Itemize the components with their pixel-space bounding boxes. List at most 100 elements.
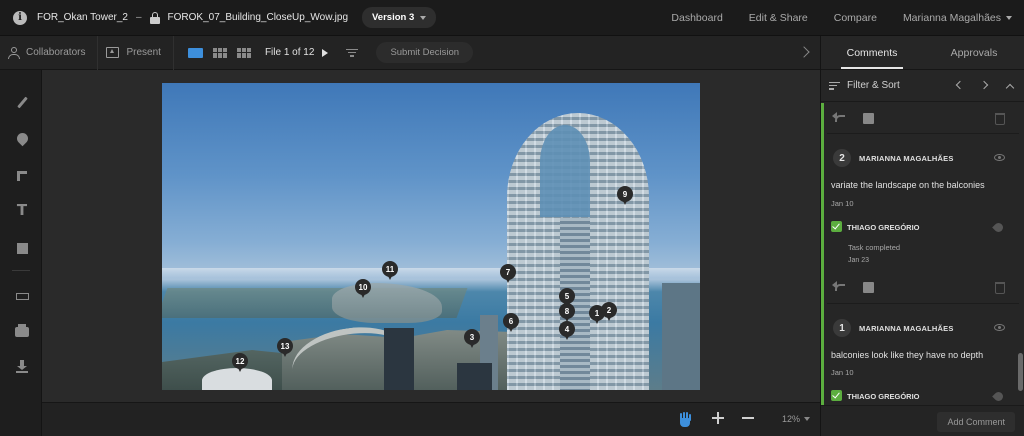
submit-decision-button[interactable]: Submit Decision (376, 42, 474, 63)
building-render-image[interactable]: 9 11 10 7 5 8 4 1 2 6 3 13 12 (162, 83, 700, 390)
arrow-tool[interactable] (14, 168, 30, 184)
canvas-controls: 12% (42, 402, 820, 436)
chevron-up-icon[interactable] (1005, 83, 1015, 93)
viewer-toolbar: Collaborators Present File 1 of 12 Submi… (0, 35, 820, 70)
panel-footer: Add Comment (821, 405, 1024, 436)
next-file-icon[interactable] (322, 48, 329, 57)
present-icon (106, 47, 120, 58)
person-icon (8, 46, 20, 59)
comment-number: 1 (833, 319, 851, 337)
zoom-out-icon[interactable] (742, 417, 754, 419)
user-name: Marianna Magalhães (902, 12, 1001, 24)
pencil-icon (16, 96, 28, 108)
task-complete-check-icon[interactable] (831, 221, 842, 232)
chevron-down-icon (420, 15, 427, 20)
comment-text: variate the landscape on the balconies (831, 180, 985, 190)
nav-edit-share[interactable]: Edit & Share (749, 12, 808, 24)
zoom-in-icon[interactable] (712, 412, 724, 424)
tab-approvals[interactable]: Approvals (923, 36, 1024, 69)
checkbox-icon[interactable] (863, 113, 874, 124)
comment-number: 2 (833, 149, 851, 167)
image-canvas: 9 11 10 7 5 8 4 1 2 6 3 13 12 (42, 70, 820, 402)
comment-author: MARIANNA MAGALHÃES (859, 324, 954, 333)
annotation-marker[interactable]: 11 (382, 261, 398, 281)
comment-date: Jan 10 (831, 368, 854, 377)
pin-icon (14, 130, 30, 146)
printer-icon (15, 324, 29, 337)
pin-tool[interactable] (14, 130, 30, 146)
zoom-level-select[interactable]: 12% (782, 414, 811, 424)
eye-icon[interactable] (994, 324, 1005, 331)
title-separator: – (135, 12, 142, 23)
filmstrip-view-icon[interactable] (236, 47, 251, 58)
chevron-down-icon (804, 417, 811, 421)
annotation-marker[interactable]: 4 (559, 321, 575, 341)
measure-tool[interactable] (14, 288, 30, 304)
chevron-right-icon[interactable] (798, 46, 810, 58)
annotation-marker[interactable]: 6 (503, 313, 519, 333)
annotation-marker[interactable]: 2 (601, 302, 617, 322)
trash-icon[interactable] (995, 113, 1005, 125)
nav-dashboard[interactable]: Dashboard (671, 12, 722, 24)
divider (827, 303, 1019, 304)
eye-icon[interactable] (994, 154, 1005, 161)
shape-tool[interactable] (14, 240, 30, 256)
text-icon: T (16, 201, 28, 219)
print-button[interactable] (14, 324, 30, 340)
wrench-icon[interactable] (992, 221, 1005, 234)
comments-scrollbar[interactable] (1018, 353, 1023, 391)
rail-divider (12, 270, 30, 271)
pencil-tool[interactable] (14, 94, 30, 110)
filter-icon[interactable] (829, 81, 840, 90)
project-name[interactable]: FOR_Okan Tower_2 (37, 12, 128, 23)
zoom-level-value: 12% (782, 414, 801, 424)
user-menu[interactable]: Marianna Magalhães (903, 12, 1012, 24)
single-view-icon[interactable] (187, 47, 203, 58)
annotation-marker[interactable]: 9 (617, 186, 633, 206)
annotation-marker[interactable]: 13 (277, 338, 293, 358)
panel-tabs: Comments Approvals (821, 36, 1024, 70)
reply-icon[interactable] (832, 281, 845, 291)
arrow-icon (17, 171, 27, 181)
comment-actions (832, 112, 1005, 126)
info-icon[interactable]: i (13, 10, 27, 25)
tab-comments[interactable]: Comments (821, 36, 923, 69)
version-selector[interactable]: Version 3 (362, 7, 437, 28)
comment-date: Jan 10 (831, 199, 854, 208)
filter-sort-bar: Filter & Sort (821, 70, 1024, 102)
task-complete-check-icon[interactable] (831, 390, 842, 401)
chevron-left-icon[interactable] (955, 80, 965, 90)
annotation-marker[interactable]: 10 (355, 279, 371, 299)
chevron-right-icon[interactable] (979, 80, 989, 90)
file-counter: File 1 of 12 (264, 47, 315, 58)
comment-text: balconies look like they have no depth (831, 350, 984, 360)
comments-list: 2 MARIANNA MAGALHÃES variate the landsca… (821, 103, 1024, 405)
filter-sort-label[interactable]: Filter & Sort (847, 80, 900, 91)
comment-actions (832, 281, 1005, 295)
annotation-marker[interactable]: 7 (500, 264, 516, 284)
chevron-down-icon (1006, 16, 1012, 20)
lock-icon (149, 11, 160, 24)
download-button[interactable] (14, 358, 30, 374)
reply-author: THIAGO GREGÓRIO (847, 223, 920, 232)
annotation-marker[interactable]: 12 (232, 353, 248, 373)
checkbox-icon[interactable] (863, 282, 874, 293)
reply-icon[interactable] (832, 112, 845, 122)
annotation-marker[interactable]: 8 (559, 303, 575, 323)
text-tool[interactable]: T (14, 201, 30, 219)
grid-view-icon[interactable] (212, 47, 227, 58)
collaborators-label: Collaborators (26, 47, 86, 58)
add-comment-button[interactable]: Add Comment (937, 412, 1015, 432)
view-mode-group (187, 47, 251, 58)
trash-icon[interactable] (995, 282, 1005, 294)
wrench-icon[interactable] (992, 390, 1005, 403)
collaborators-button[interactable]: Collaborators (0, 35, 99, 70)
divider (827, 133, 1019, 134)
annotation-tool-rail: T (0, 70, 42, 436)
pan-hand-icon[interactable] (678, 412, 692, 428)
comments-panel: Comments Approvals Filter & Sort 2 MARIA… (820, 36, 1024, 436)
nav-compare[interactable]: Compare (834, 12, 877, 24)
filter-icon[interactable] (346, 48, 359, 57)
present-button[interactable]: Present (98, 35, 174, 70)
annotation-marker[interactable]: 3 (464, 329, 480, 349)
